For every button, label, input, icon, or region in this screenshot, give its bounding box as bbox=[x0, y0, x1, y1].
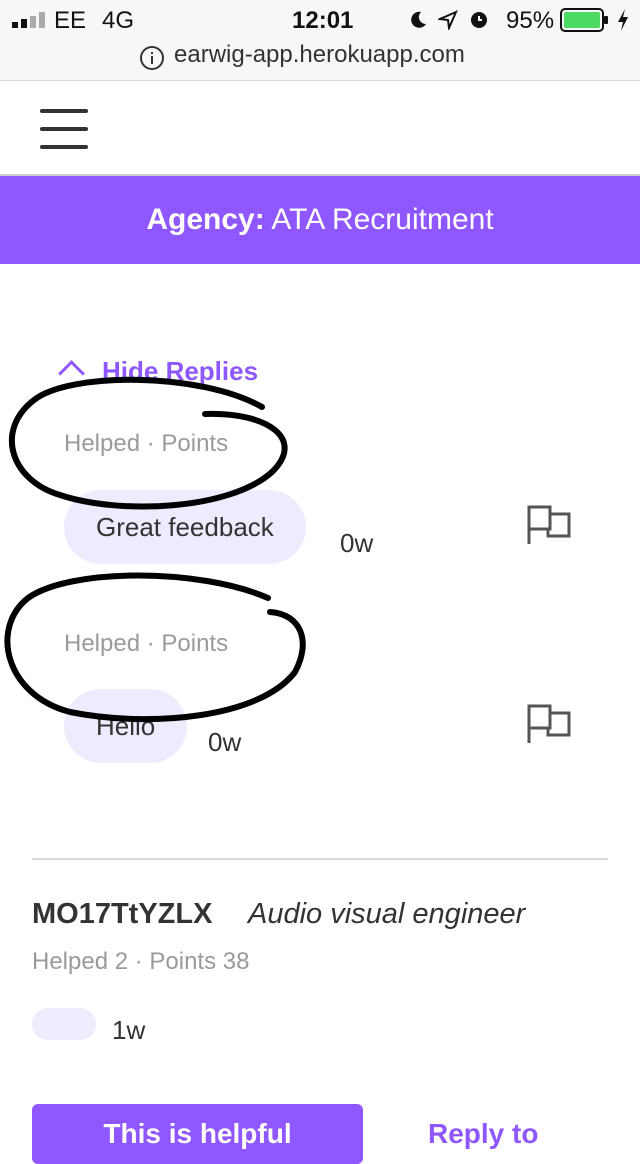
helpful-button[interactable]: This is helpful bbox=[32, 1104, 363, 1164]
reply-age: 0w bbox=[340, 528, 374, 558]
browser-url-bar[interactable]: earwig-app.herokuapp.com bbox=[0, 40, 640, 81]
chevron-up-icon bbox=[58, 360, 85, 387]
reply-age: 0w bbox=[208, 727, 242, 757]
review-age: 1w bbox=[112, 1015, 146, 1045]
location-icon bbox=[438, 10, 458, 30]
agency-name: ATA Recruitment bbox=[271, 203, 494, 236]
section-divider bbox=[32, 858, 608, 860]
info-icon[interactable] bbox=[140, 46, 164, 70]
flag-icon[interactable] bbox=[526, 504, 572, 546]
flag-icon[interactable] bbox=[526, 703, 572, 745]
reviewer-job-title: Audio visual engineer bbox=[248, 898, 526, 930]
reply-bubble: Hello bbox=[64, 689, 188, 763]
reply-bubble: Great feedback bbox=[64, 490, 306, 564]
battery-icon bbox=[560, 8, 608, 32]
agency-label: Agency: bbox=[146, 203, 265, 236]
reply-meta: Helped · Points bbox=[64, 630, 229, 657]
battery-percent: 95% bbox=[506, 7, 555, 34]
signal-icon bbox=[12, 12, 45, 28]
agency-banner: Agency: ATA Recruitment bbox=[0, 176, 640, 264]
app-header bbox=[0, 81, 640, 176]
clock: 12:01 bbox=[292, 7, 354, 34]
review-bubble bbox=[32, 1008, 96, 1040]
hide-replies-label: Hide Replies bbox=[102, 356, 259, 386]
charging-icon bbox=[618, 9, 628, 31]
reply-meta: Helped · Points bbox=[64, 430, 229, 457]
url-text: earwig-app.herokuapp.com bbox=[174, 41, 465, 68]
reviewer-id: MO17TtYZLX bbox=[32, 898, 213, 930]
moon-icon bbox=[411, 11, 426, 28]
carrier-name: EE bbox=[54, 7, 87, 34]
reviewer-meta: Helped 2 · Points 38 bbox=[32, 948, 250, 975]
status-bar: EE 4G 12:01 95% bbox=[0, 0, 640, 40]
reply-link[interactable]: Reply to bbox=[428, 1118, 538, 1150]
hamburger-menu-icon[interactable] bbox=[40, 109, 88, 149]
network-type: 4G bbox=[102, 7, 135, 34]
alarm-icon bbox=[471, 12, 487, 28]
